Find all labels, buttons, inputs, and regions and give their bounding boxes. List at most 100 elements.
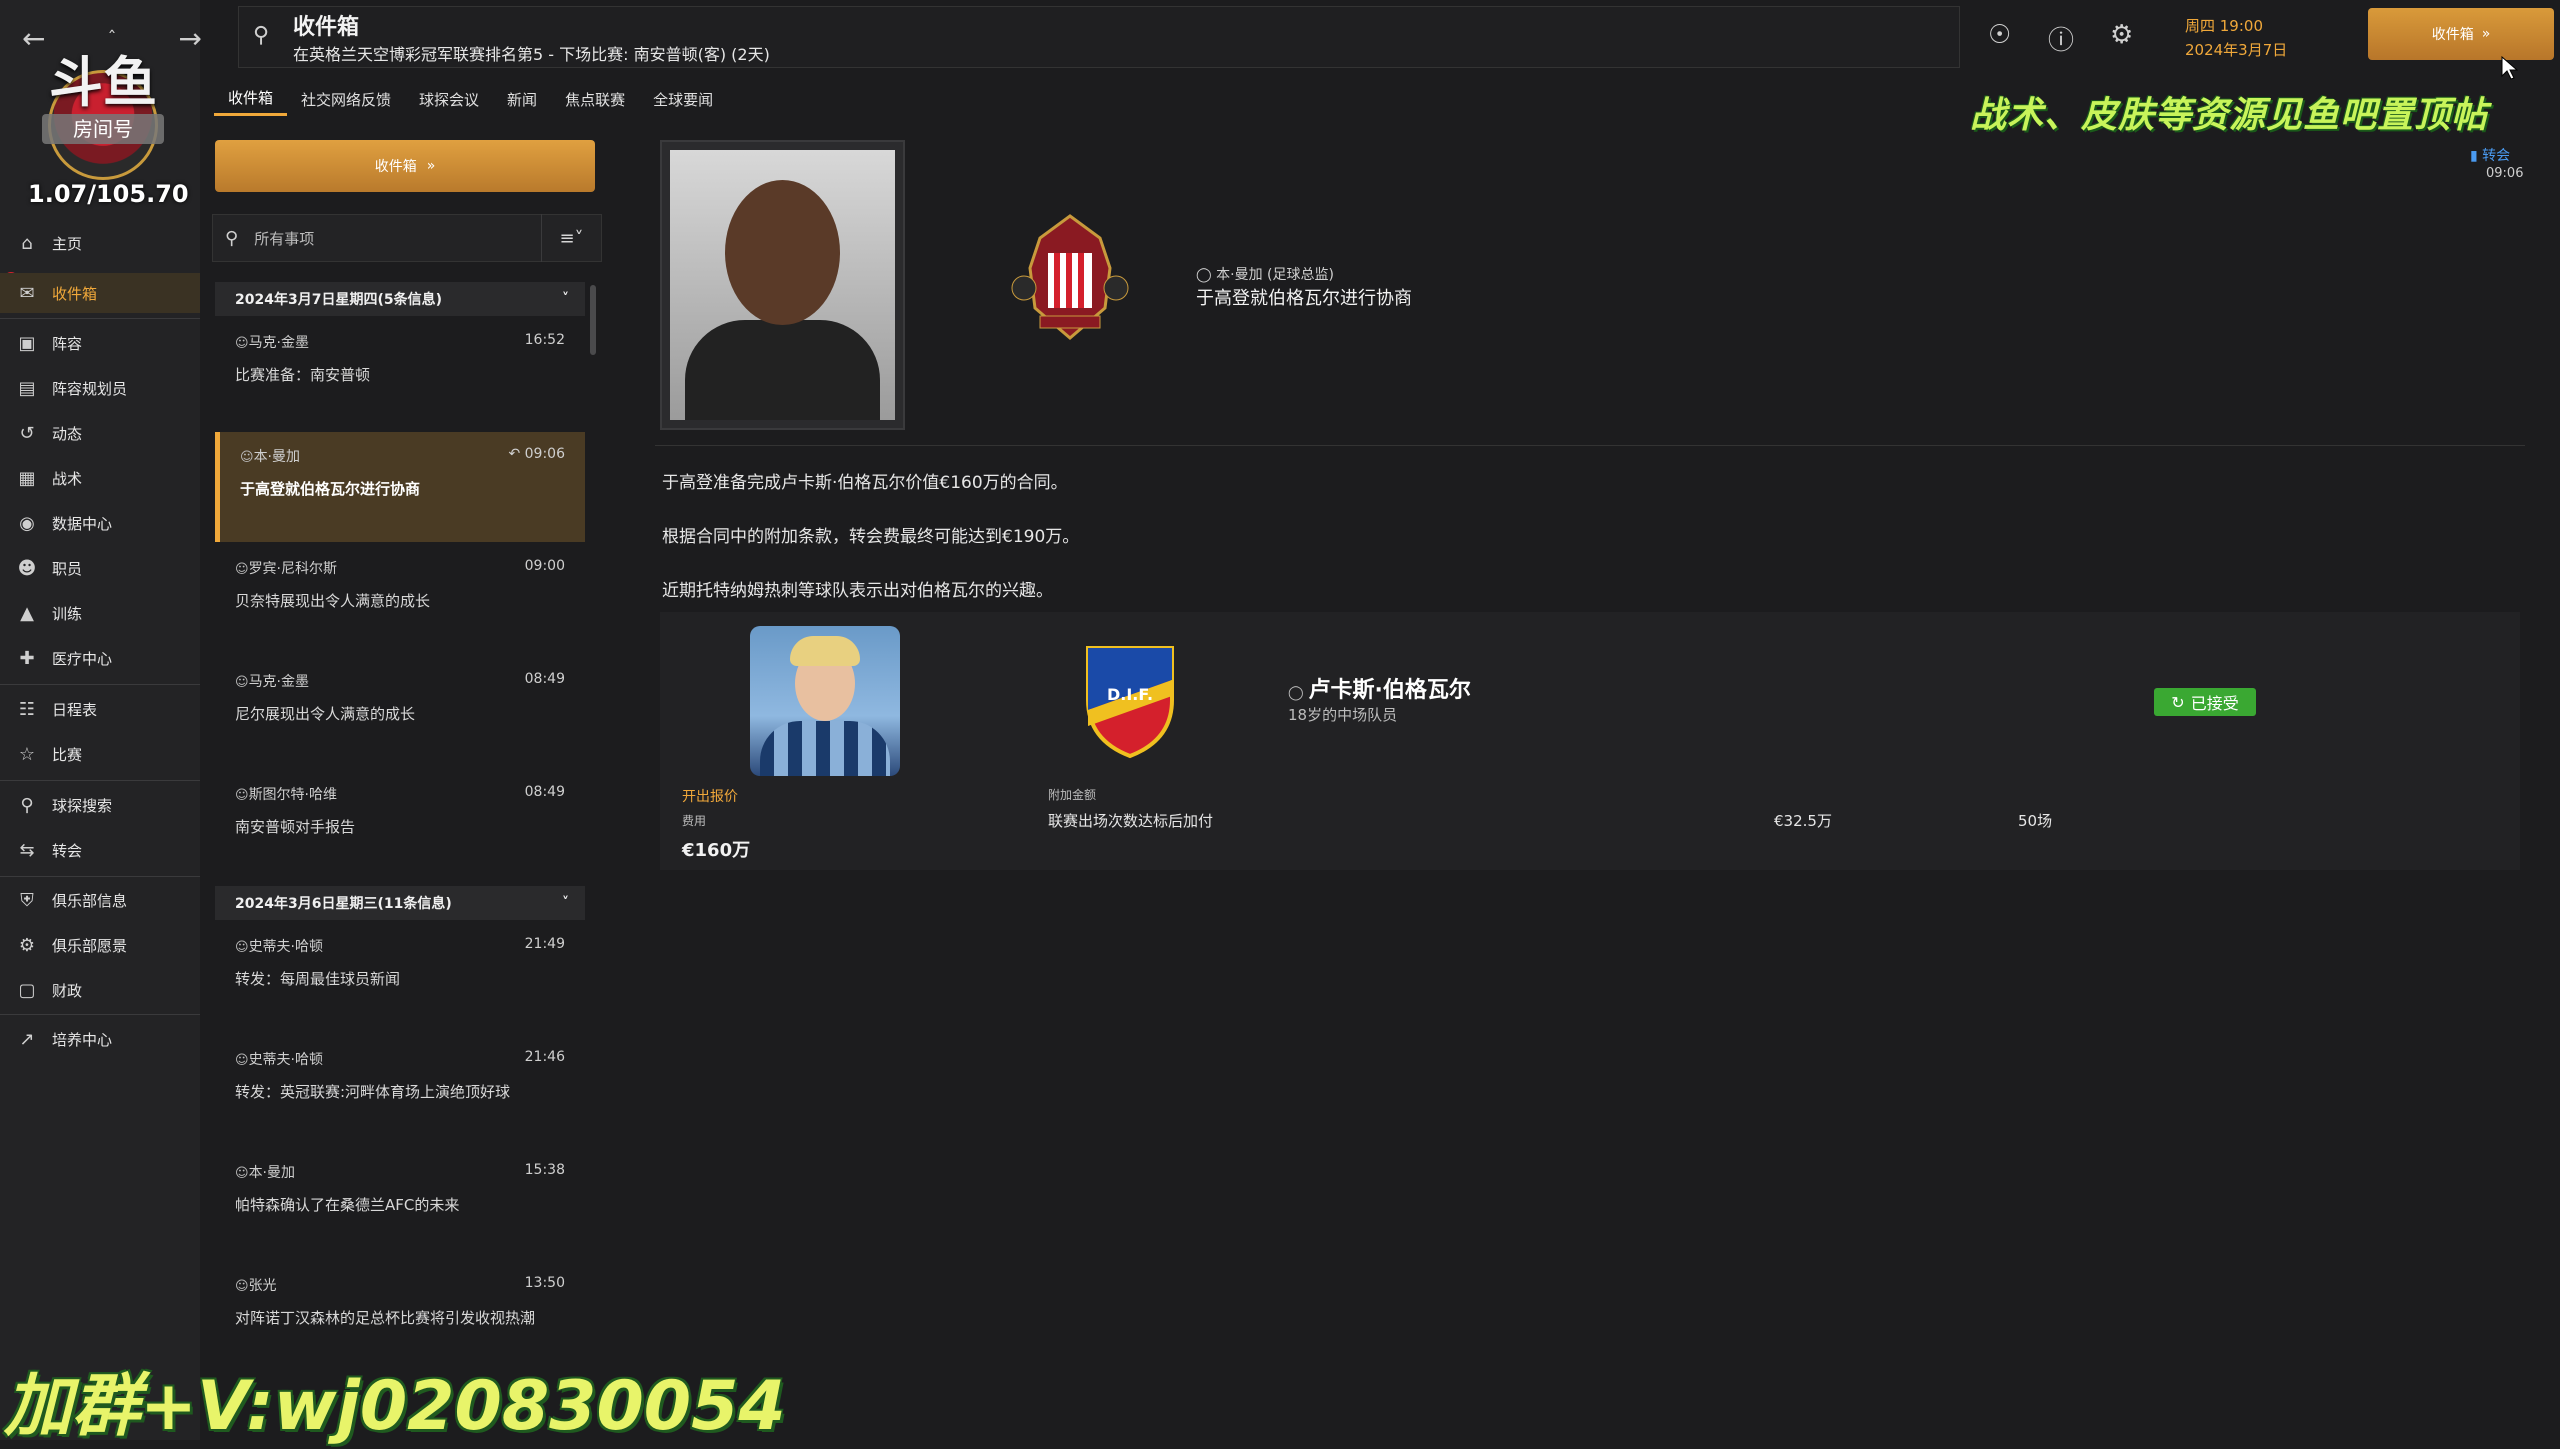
message-time: 21:49 [524,936,565,952]
list-item[interactable]: 本·曼加 15:38 帕特森确认了在桑德兰AFC的未来 [215,1148,585,1258]
list-item[interactable]: 史蒂夫·哈顿 21:49 转发：每周最佳球员新闻 [215,922,585,1032]
divider [0,318,200,319]
message-subject: 对阵诺丁汉森林的足总杯比赛将引发收视热潮 [235,1309,536,1327]
status-badge: ↻ 已接受 [2154,688,2256,716]
sidebar-item-club-info[interactable]: ⛨ 俱乐部信息 [0,880,200,920]
list-item[interactable]: 史蒂夫·哈顿 21:46 转发：英冠联赛:河畔体育场上演绝顶好球 [215,1035,585,1145]
list-item-selected[interactable]: 本·曼加 ↶ 09:06 于高登就伯格瓦尔进行协商 [215,432,585,542]
list-item[interactable]: 罗宾·尼科尔斯 09:00 贝奈特展现出令人满意的成长 [215,544,585,654]
list-item[interactable]: 马克·金墨 08:49 尼尔展现出令人满意的成长 [215,657,585,767]
email-sender[interactable]: ◯ 本·曼加 (足球总监) [1196,264,1334,284]
settings-gear-icon[interactable]: ⚙ [2110,20,2133,50]
inbox-list-button[interactable]: 收件箱 » [215,140,595,192]
message-time: 09:00 [524,558,565,574]
player-name-text: 卢卡斯·伯格瓦尔 [1308,678,1471,703]
tab-scout-meeting[interactable]: 球探会议 [405,82,493,116]
sidebar-item-staff[interactable]: ☻ 职员 [0,548,200,588]
message-filter[interactable]: ⚲ 所有事项 ≡˅ [212,214,602,262]
player-name[interactable]: ◯ 卢卡斯·伯格瓦尔 [1288,672,1471,704]
forward-arrow-icon[interactable]: → [179,22,202,55]
mouse-cursor-icon [2501,56,2518,80]
list-item[interactable]: 斯图尔特·哈维 08:49 南安普顿对手报告 [215,770,585,880]
message-sender: 本·曼加 [240,446,300,466]
inbox-tabs: 收件箱 社交网络反馈 球探会议 新闻 焦点联赛 全球要闻 [214,82,727,122]
chevron-right-icon: » [2481,26,2491,42]
game-date-text: 2024年3月7日 [2185,41,2288,59]
sidebar: ← ˆ → 斗鱼 房间号 1.07/105.70 1 ⌂主页 ✉收件箱 ▣阵容 … [0,0,202,1440]
sidebar-item-label: 俱乐部愿景 [52,936,128,955]
message-sender: 马克·金墨 [235,332,309,352]
sidebar-item-schedule[interactable]: ☷ 日程表 [0,689,200,729]
sidebar-item-transfers[interactable]: ⇆ 转会 [0,830,200,870]
world-icon[interactable]: ☉ [1988,20,2011,50]
message-sender: 史蒂夫·哈顿 [235,936,323,956]
sidebar-item-inbox[interactable]: ✉ 收件箱 [0,273,200,313]
message-sender: 本·曼加 [235,1162,295,1182]
sidebar-item-label: 俱乐部信息 [52,891,128,910]
finance-icon: ▢ [18,979,36,1001]
sidebar-item-competitions[interactable]: ☆ 比赛 [0,734,200,774]
logo-sub: 房间号 [42,114,164,144]
club-info-icon: ⛨ [20,889,34,911]
search-icon[interactable]: ⚲ [253,23,269,48]
tab-inbox[interactable]: 收件箱 [214,82,288,116]
sidebar-item-squad-planner[interactable]: ▤ 阵容规划员 [0,368,200,408]
tab-news[interactable]: 新闻 [493,82,551,116]
sidebar-item-finances[interactable]: ▢ 财政 [0,970,200,1010]
page-subtitle: 在英格兰天空博彩冠军联赛排名第5 - 下场比赛: 南安普顿(客) (2天) [293,45,770,64]
sidebar-item-development[interactable]: ↗ 培养中心 [0,1019,200,1059]
message-time: 08:49 [524,784,565,800]
email-paragraph: 根据合同中的附加条款，转会费最终可能达到€190万。 [662,527,1080,547]
club-logo[interactable]: 斗鱼 房间号 1.07/105.70 [28,30,189,208]
message-time: 15:38 [524,1162,565,1178]
inbox-button-label: 收件箱 [2431,27,2474,43]
sidebar-item-label: 比赛 [52,745,83,764]
sender-photo[interactable] [660,140,905,430]
sender-portrait [670,150,895,420]
person-icon: ◯ [1288,685,1309,701]
sidebar-item-label: 培养中心 [52,1030,113,1049]
shirt-icon: ▣ [18,332,36,354]
sidebar-item-dynamics[interactable]: ↺ 动态 [0,413,200,453]
filter-input[interactable]: 所有事项 [254,228,541,249]
continue-inbox-button[interactable]: 收件箱 » [2368,8,2554,60]
sidebar-item-training[interactable]: ▲ 训练 [0,593,200,633]
sidebar-item-medical[interactable]: ✚ 医疗中心 [0,638,200,678]
search-bar[interactable]: ⚲ 收件箱 在英格兰天空博彩冠军联赛排名第5 - 下场比赛: 南安普顿(客) (… [238,6,1960,68]
list-item[interactable]: 马克·金墨 16:52 比赛准备：南安普顿 [215,318,585,428]
dif-club-crest-icon[interactable]: D.I.F. [1080,640,1180,760]
tab-focus-leagues[interactable]: 焦点联赛 [551,82,639,116]
email-subject: 于高登就伯格瓦尔进行协商 [1196,288,1412,309]
sidebar-item-label: 财政 [52,981,83,1000]
group-header-label: 2024年3月6日星期三(11条信息) [235,896,452,912]
game-time: 周四 19:00 [2185,17,2263,35]
staff-icon: ☻ [17,557,37,579]
help-icon[interactable]: ⓘ [2048,20,2074,57]
tab-social-feed[interactable]: 社交网络反馈 [287,82,405,116]
sidebar-item-squad[interactable]: ▣ 阵容 [0,323,200,363]
divider [0,876,200,877]
sidebar-item-data-hub[interactable]: ◉ 数据中心 [0,503,200,543]
sidebar-item-scouting[interactable]: ⚲ 球探搜索 [0,785,200,825]
player-photo[interactable] [750,626,900,776]
message-subject: 贝奈特展现出令人满意的成长 [235,592,431,610]
tactics-icon: ▦ [18,467,36,489]
development-icon: ↗ [19,1028,35,1050]
message-group-header[interactable]: 2024年3月7日星期四(5条信息) ˅ [215,282,585,316]
transfer-time: 09:06 [2486,166,2524,181]
sidebar-item-label: 主页 [52,234,83,253]
logo-text: 斗鱼 [49,51,157,114]
sidebar-item-club-vision[interactable]: ⚙ 俱乐部愿景 [0,925,200,965]
tab-world-news[interactable]: 全球要闻 [639,82,727,116]
scrollbar[interactable] [590,285,596,355]
message-group-header[interactable]: 2024年3月6日星期三(11条信息) ˅ [215,886,585,920]
scout-icon: ⚲ [20,794,34,816]
sidebar-item-label: 医疗中心 [52,649,113,668]
message-sender: 张光 [235,1275,277,1295]
inbox-list-button-label: 收件箱 [374,159,417,175]
divider [0,1014,200,1015]
sidebar-item-home[interactable]: ⌂ 主页 [0,223,200,263]
game-date[interactable]: 周四 19:00 2024年3月7日 [2185,14,2350,64]
sidebar-item-tactics[interactable]: ▦ 战术 [0,458,200,498]
filter-menu-icon[interactable]: ≡˅ [541,214,601,262]
